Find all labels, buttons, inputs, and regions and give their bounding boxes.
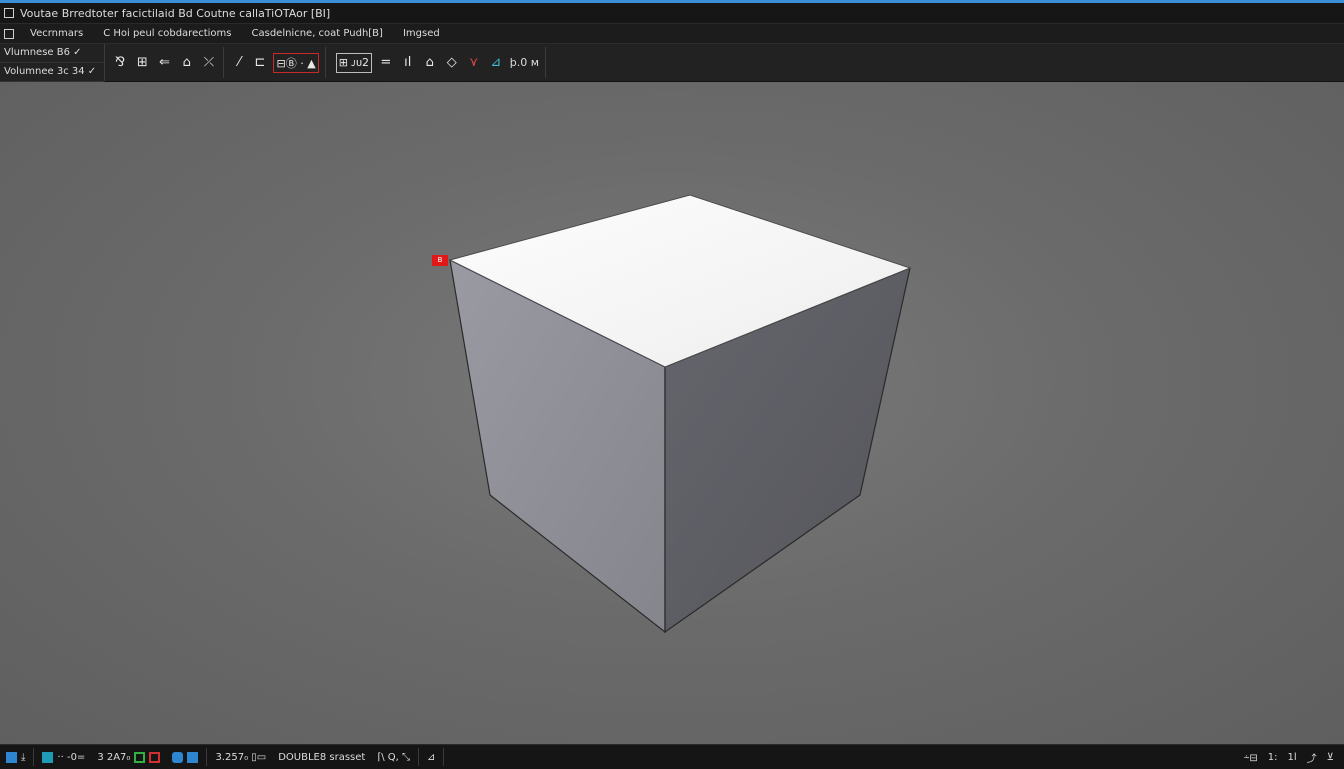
shape-icon[interactable]: ⌂: [422, 53, 438, 73]
volume-select-row-2[interactable]: Volumnee 3c 34 ✓: [0, 63, 104, 82]
edge-tool-icon[interactable]: ⊏: [253, 53, 268, 73]
diamond-icon[interactable]: ◇: [444, 53, 460, 73]
status-text-f: ⊿: [427, 751, 436, 763]
app-icon: [4, 8, 14, 18]
status-item-a[interactable]: ·· -0=: [36, 745, 91, 769]
status-item-d: DOUBLE8 srasset: [272, 745, 371, 769]
grid-tool-icon[interactable]: ⊞: [134, 53, 150, 73]
window-title: Voutae Brredtoter facictilaid Bd Coutne …: [20, 6, 331, 20]
volume-selector-panel: Vlumnese B6 ✓ Volumnee 3c 34 ✓: [0, 44, 105, 82]
selected-vertex-marker[interactable]: B: [432, 255, 448, 266]
status-arrow-icon: ⤓: [21, 751, 26, 763]
3d-viewport[interactable]: B: [0, 82, 1344, 744]
toolbar-group-analysis: ⊞ ᴊᴜ2 = ıl ⌂ ◇ ⋎ ⊿ þ.0 ᴍ: [330, 47, 546, 78]
toolbar-group-transform: ⅋ ⊞ ⇐ ⌂ ⤫: [106, 47, 224, 78]
cube-canvas: [448, 194, 912, 634]
status-text-c: 3.257₀ ▯▭: [215, 751, 267, 763]
equals-icon[interactable]: =: [378, 53, 394, 73]
menu-bar: Vecrnmars C Hoi peul cobdarectioms Casde…: [0, 24, 1344, 44]
status-divider-2: [206, 748, 208, 766]
volume-select-row-1[interactable]: Vlumnese B6 ✓: [0, 44, 104, 63]
status-item-b[interactable]: 3 2A7₀: [91, 745, 166, 769]
status-right-group: ⸞⊟ 1: 1l ⤴ ⊻: [1244, 750, 1344, 765]
bars-icon[interactable]: ıl: [400, 53, 416, 73]
status-right-b[interactable]: 1:: [1268, 752, 1278, 763]
camera-icon[interactable]: [172, 751, 184, 763]
cut-tool-icon[interactable]: ⤫: [201, 53, 217, 73]
status-text-b: 3 2A7₀: [97, 751, 131, 763]
active-select-tool-button[interactable]: ⊟Ⓑ · ▲: [273, 52, 319, 73]
menu-item-2[interactable]: Casdelnicne, coat Pudh[B]: [248, 28, 387, 39]
snap-icon[interactable]: [134, 751, 146, 763]
status-bar: ⤓ ·· -0= 3 2A7₀ 3.257₀ ▯▭ DOUBLE8 srasse…: [0, 744, 1344, 769]
status-right-e[interactable]: ⊻: [1327, 752, 1334, 763]
status-text-d: DOUBLE8 srasset: [278, 751, 366, 763]
menu-item-3[interactable]: Imgsed: [399, 28, 444, 39]
status-right-c[interactable]: 1l: [1288, 752, 1297, 763]
view-icon[interactable]: [187, 751, 199, 763]
slope-tool-icon[interactable]: ⊿: [488, 53, 504, 73]
title-bar: Voutae Brredtoter facictilaid Bd Coutne …: [0, 3, 1344, 24]
measure-toggle-button[interactable]: ⊞ ᴊᴜ2: [336, 52, 372, 73]
status-divider: [33, 748, 35, 766]
line-tool-icon[interactable]: ⁄: [232, 53, 247, 73]
start-icon[interactable]: [6, 751, 17, 763]
layer-icon[interactable]: [42, 751, 54, 763]
check-marker-icon[interactable]: ⋎: [466, 53, 482, 73]
status-divider-3: [418, 748, 420, 766]
status-divider-4: [443, 748, 445, 766]
status-right-a[interactable]: ⸞⊟: [1244, 750, 1258, 764]
menu-item-0[interactable]: Vecrnmars: [26, 28, 87, 39]
status-item-f[interactable]: ⊿: [421, 745, 441, 769]
status-right-d[interactable]: ⤴: [1307, 750, 1317, 765]
menu-app-icon: [4, 28, 14, 39]
toolbar-group-draw: ⁄ ⊏ ⊟Ⓑ · ▲: [226, 47, 326, 78]
status-item-c: 3.257₀ ▯▭: [209, 745, 272, 769]
link-tool-icon[interactable]: ⅋: [112, 53, 128, 73]
status-text-a: ·· -0=: [57, 751, 86, 763]
status-start[interactable]: ⤓: [0, 745, 31, 769]
status-item-camera[interactable]: [166, 745, 204, 769]
back-arrow-icon[interactable]: ⇐: [156, 53, 172, 73]
menu-item-1[interactable]: C Hoi peul cobdarectioms: [99, 28, 235, 39]
toolbar: Vlumnese B6 ✓ Volumnee 3c 34 ✓ ⅋ ⊞ ⇐ ⌂ ⤫…: [0, 44, 1344, 82]
home-view-icon[interactable]: ⌂: [179, 53, 195, 73]
status-text-e: ⌈\ Q, ⤡: [377, 751, 411, 763]
record-icon[interactable]: [149, 751, 161, 763]
value-readout: þ.0 ᴍ: [509, 56, 540, 69]
status-item-e[interactable]: ⌈\ Q, ⤡: [371, 745, 416, 769]
